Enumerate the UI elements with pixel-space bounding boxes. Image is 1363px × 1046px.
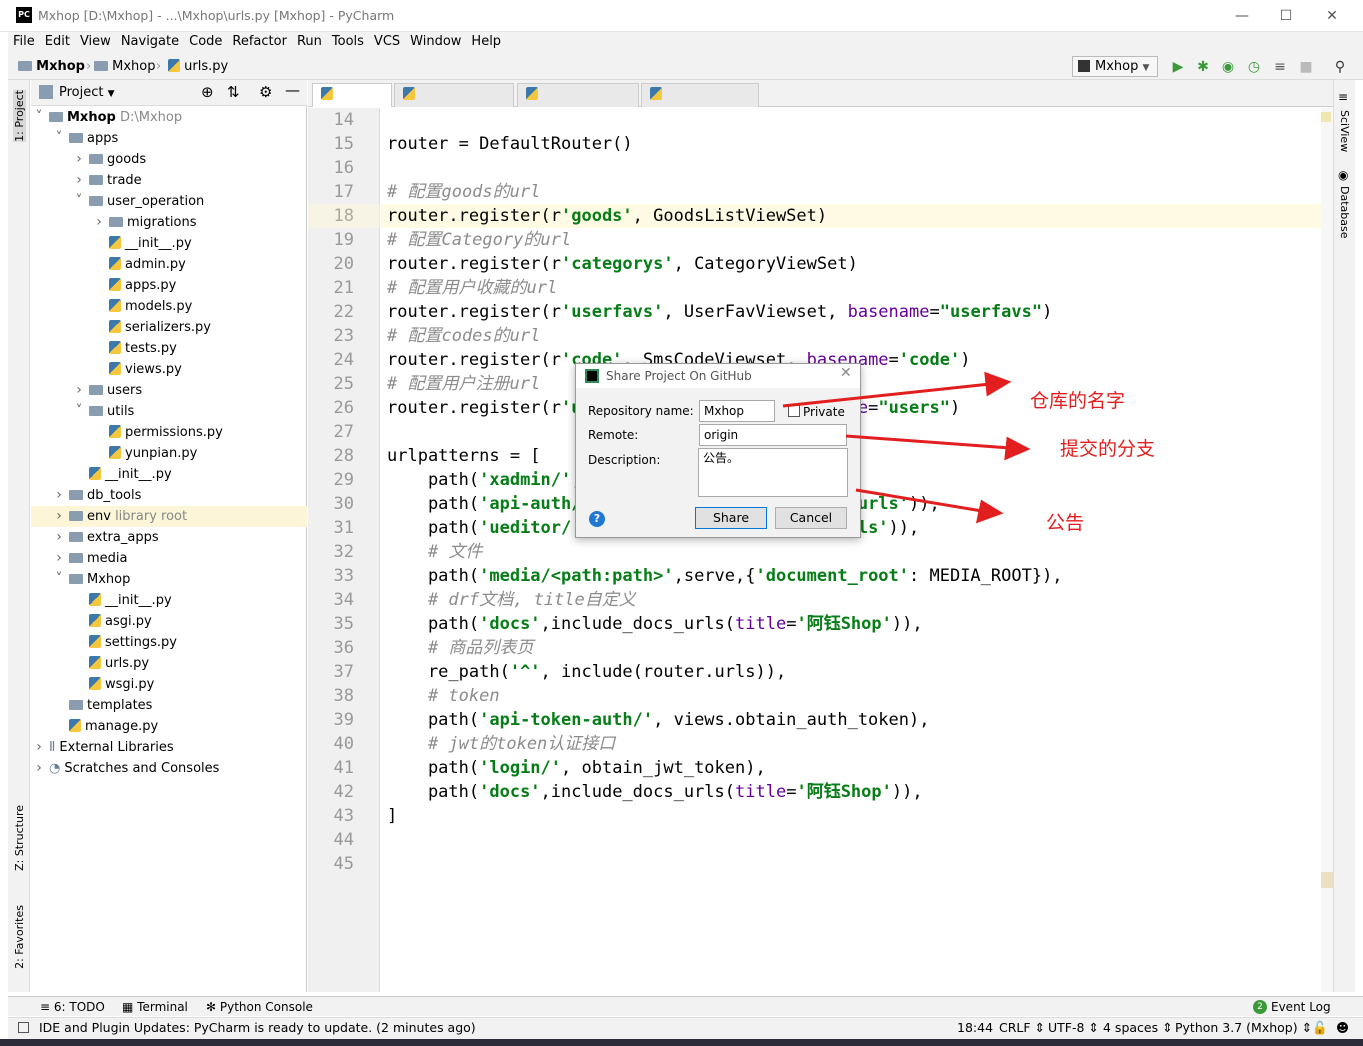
lock-icon[interactable]: 🔓 [1312,1018,1328,1038]
python-icon: ✻ [206,1000,217,1014]
os-taskbar [0,1039,1363,1046]
event-log-button[interactable]: Event Log [1271,997,1331,1017]
annotation-description: 公告 [1046,512,1085,534]
terminal-icon: ▦ [122,1000,134,1014]
inspector-icon[interactable]: ☻ [1336,1018,1349,1038]
event-count-badge: 2 [1253,1000,1267,1014]
annotation-arrows [782,371,1031,524]
repo-arrowhead-icon [984,371,1012,397]
list-icon: ≡ [40,1000,51,1014]
repo-arrow-line [782,382,991,408]
desc-arrow-line [855,488,983,513]
todo-tool-button[interactable]: ≡ 6: TODO [40,997,105,1017]
line-separator-select[interactable]: CRLF ⇕ [999,1018,1045,1038]
status-bar: IDE and Plugin Updates: PyCharm is ready… [8,1017,1363,1039]
indent-select[interactable]: 4 spaces ⇕ [1103,1018,1173,1038]
encoding-select[interactable]: UTF-8 ⇕ [1048,1018,1099,1038]
annotation-remote: 提交的分支 [1060,438,1156,460]
status-message[interactable]: IDE and Plugin Updates: PyCharm is ready… [39,1018,476,1038]
bottom-tool-bar: ≡ 6: TODO ▦ Terminal ✻ Python Console 2 … [8,996,1363,1016]
interpreter-select[interactable]: Python 3.7 (Mxhop) ⇕ [1175,1018,1312,1038]
toggle-panel-icon[interactable] [18,1022,29,1033]
caret-position[interactable]: 18:44 [957,1018,993,1038]
python-console-tool-button[interactable]: ✻ Python Console [206,997,313,1017]
remote-arrow-line [845,434,1011,450]
remote-arrowhead-icon [1004,436,1031,461]
annotation-repo-name: 仓库的名字 [1030,390,1126,412]
desc-arrowhead-icon [975,499,1004,524]
terminal-tool-button[interactable]: ▦ Terminal [122,997,188,1017]
